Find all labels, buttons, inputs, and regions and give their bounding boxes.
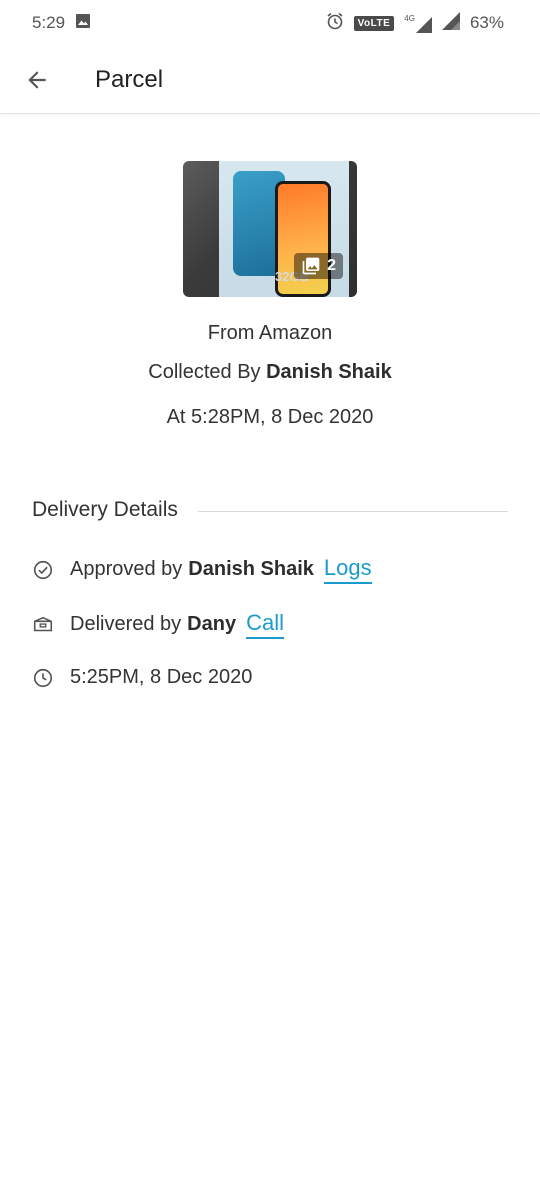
battery-percent: 63%: [469, 13, 504, 32]
photo-count-badge[interactable]: 2: [294, 253, 343, 279]
collected-line: Collected By Danish Shaik: [0, 361, 540, 384]
app-bar: Parcel: [0, 46, 540, 114]
delivery-time-row: 5:25PM, 8 Dec 2020: [32, 666, 252, 689]
delivered-row: Delivered by Dany Call: [32, 610, 284, 639]
collected-by-name: Danish Shaik: [266, 361, 392, 383]
parcel-photo[interactable]: 32GB 2: [183, 161, 357, 297]
signal-icon: [441, 11, 460, 35]
delivery-time: 5:25PM, 8 Dec 2020: [70, 666, 253, 688]
approved-row: Approved by Danish Shaik Logs: [32, 555, 372, 584]
collected-prefix: Collected By: [148, 361, 261, 383]
collected-time: At 5:28PM, 8 Dec 2020: [166, 406, 374, 428]
page-title: Parcel: [95, 65, 164, 93]
logs-link[interactable]: Logs: [323, 555, 372, 584]
clock-icon: [32, 667, 54, 689]
delivery-box-icon: [32, 614, 54, 636]
approved-prefix: Approved by: [70, 558, 183, 580]
signal-4g-icon: 4G: [404, 14, 432, 33]
call-link[interactable]: Call: [246, 610, 284, 639]
approved-by-name: Danish Shaik: [188, 558, 314, 580]
status-time: 5:29: [32, 13, 66, 32]
gallery-notification-icon: [75, 13, 91, 34]
from-line: From Amazon: [207, 322, 333, 344]
arrow-back-icon: [28, 70, 46, 89]
status-bar: 5:29 VoLTE 4G 63%: [0, 0, 540, 46]
check-circle-icon: [32, 559, 54, 581]
delivery-details-title: Delivery Details: [32, 498, 178, 521]
delivered-prefix: Delivered by: [70, 613, 182, 635]
photo-library-icon: [302, 257, 320, 275]
alarm-icon: [326, 12, 344, 35]
section-divider: [198, 511, 508, 512]
photo-count: 2: [327, 257, 336, 274]
volte-badge: VoLTE: [353, 15, 395, 31]
back-button[interactable]: [17, 60, 57, 100]
delivered-by-name: Dany: [187, 613, 237, 635]
